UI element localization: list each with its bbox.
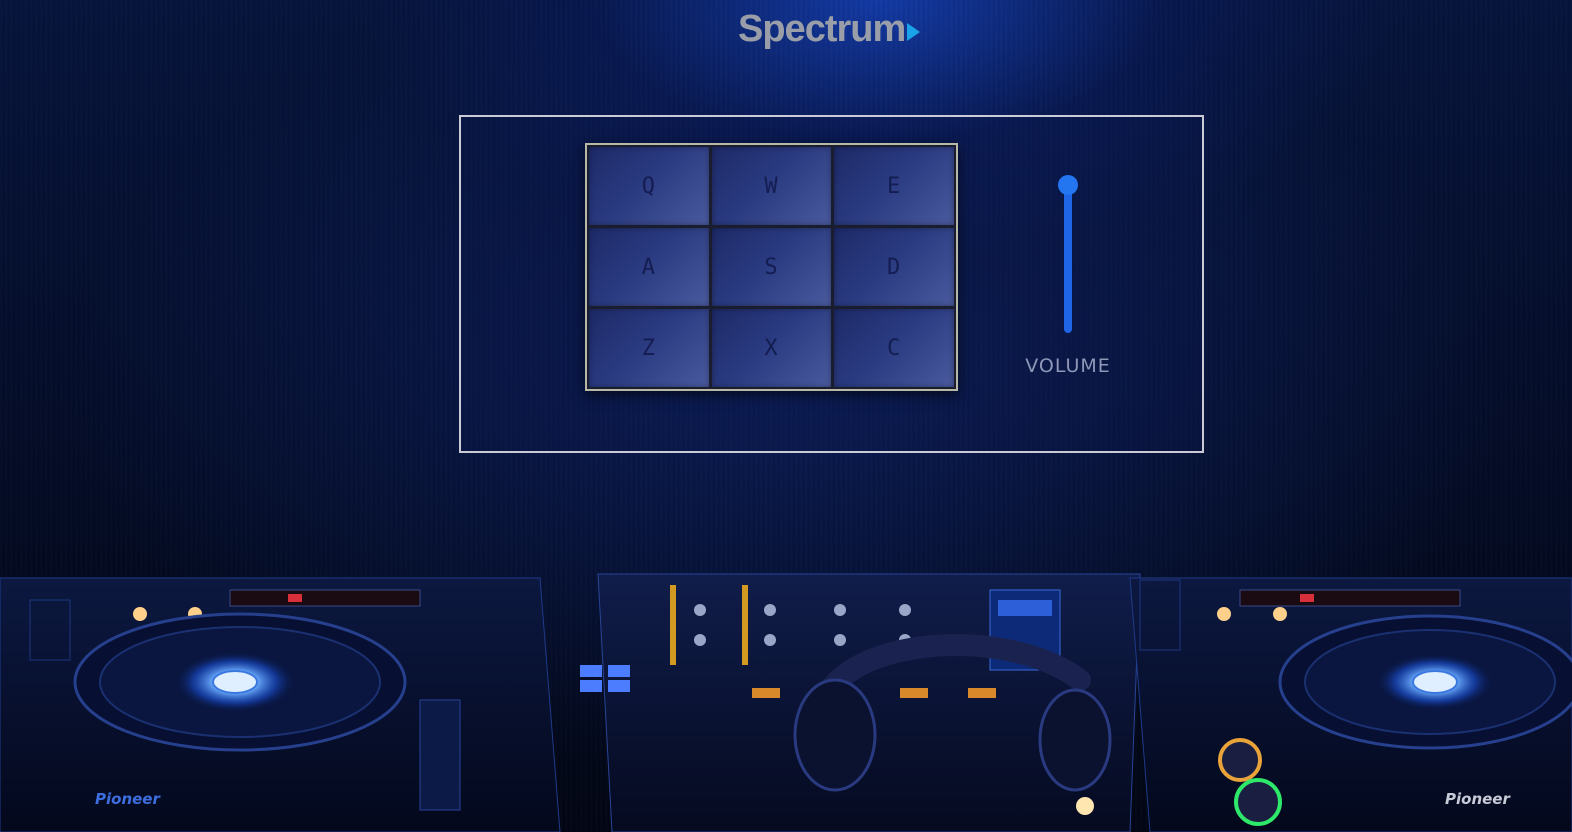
right-deck-brand: Pioneer xyxy=(1445,790,1511,808)
volume-thumb[interactable] xyxy=(1058,175,1078,195)
drum-pad-c[interactable]: C xyxy=(834,309,954,387)
drum-pad-q[interactable]: Q xyxy=(589,147,709,225)
dj-equipment-image: Pioneer Pioneer xyxy=(0,573,1572,832)
logo-text: Spectrum xyxy=(738,7,906,50)
play-arrow-icon xyxy=(907,23,921,41)
drum-pad-s[interactable]: S xyxy=(711,228,832,306)
drum-pad-grid: Q W E A S D Z X C xyxy=(585,143,958,391)
spectrum-logo: Spectrum xyxy=(738,6,921,52)
drum-machine-panel: Q W E A S D Z X C VOLUME xyxy=(459,115,1204,453)
drum-pad-e[interactable]: E xyxy=(834,147,954,225)
drum-pad-x[interactable]: X xyxy=(711,309,832,387)
left-deck-brand: Pioneer xyxy=(95,790,161,808)
volume-track[interactable] xyxy=(1064,181,1072,333)
volume-slider[interactable] xyxy=(1055,175,1081,337)
drum-pad-d[interactable]: D xyxy=(834,228,954,306)
drum-pad-z[interactable]: Z xyxy=(589,309,709,387)
volume-label: VOLUME xyxy=(1025,355,1111,377)
drum-pad-w[interactable]: W xyxy=(711,147,832,225)
drum-pad-a[interactable]: A xyxy=(589,228,709,306)
